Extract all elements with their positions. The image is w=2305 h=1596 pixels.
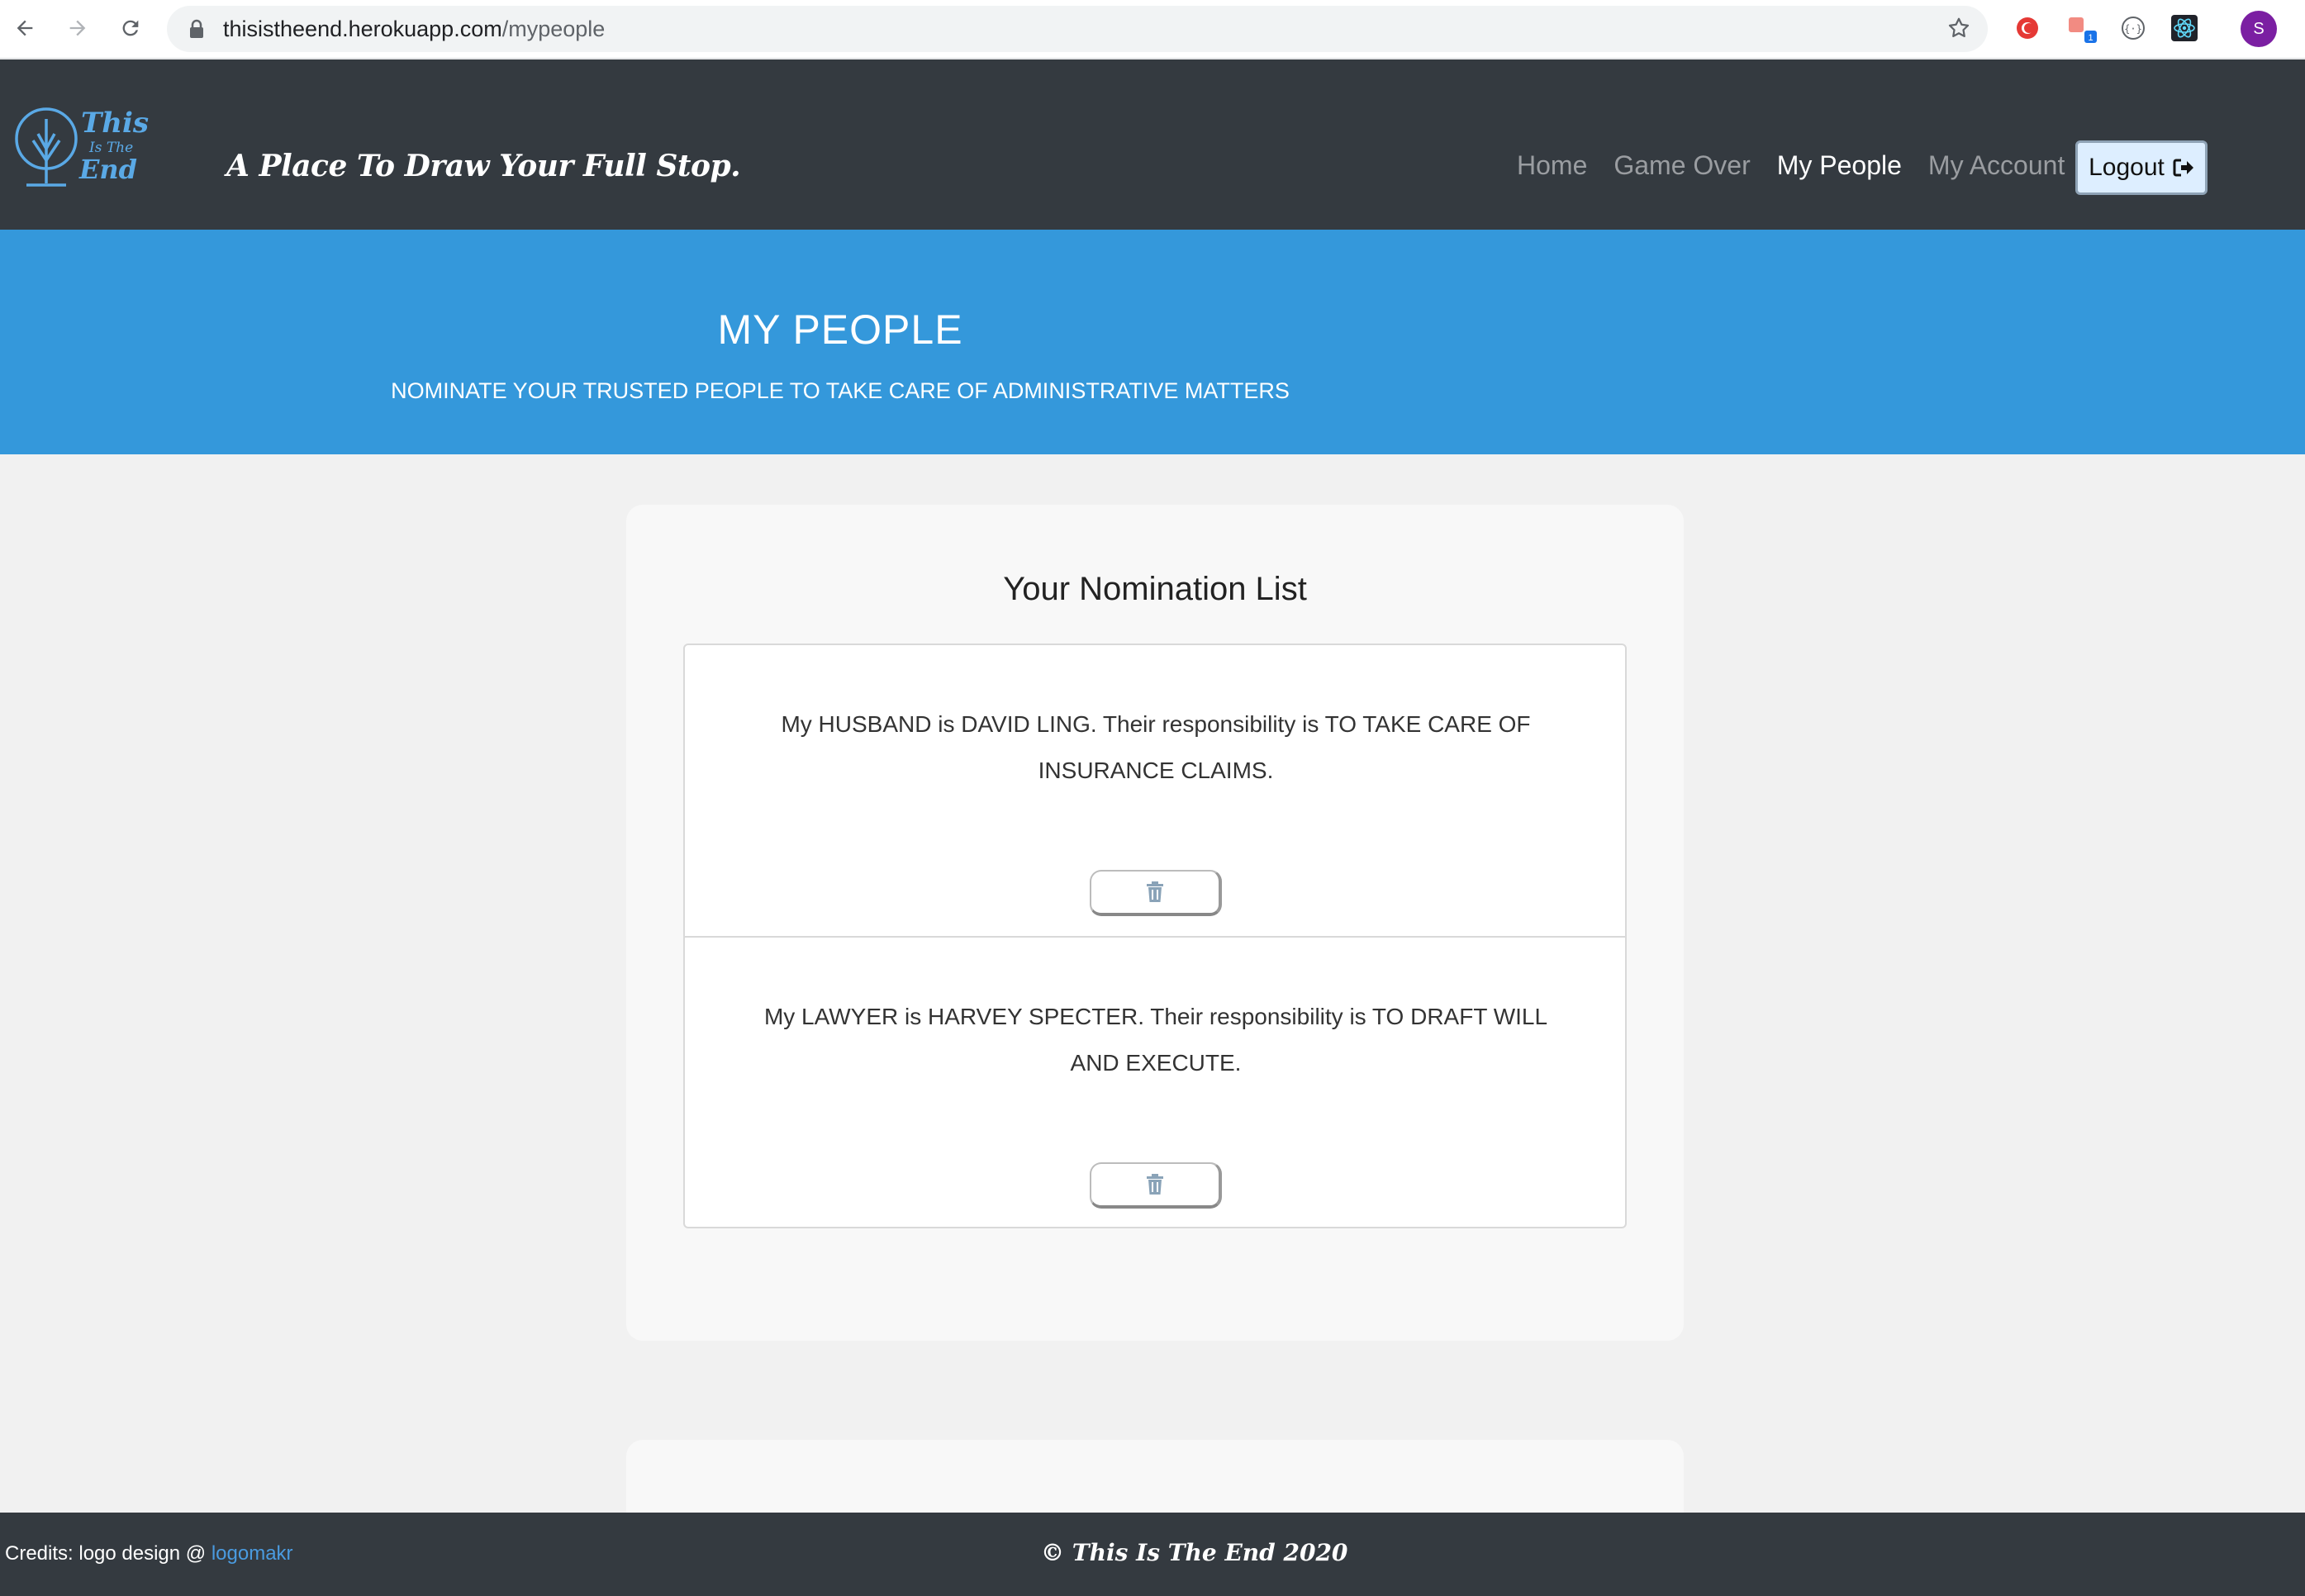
nav-link-home[interactable]: Home [1517,150,1587,181]
nomination-card: Your Nomination List My HUSBAND is DAVID… [626,505,1684,1341]
page-header-banner: MY PEOPLE NOMINATE YOUR TRUSTED PEOPLE T… [0,230,2305,454]
nomination-text: My HUSBAND is DAVID LING. Their responsi… [781,711,1531,783]
nomination-item: My LAWYER is HARVEY SPECTER. Their respo… [685,936,1625,1227]
main-nav: Home Game Over My People My Account [1517,150,2091,181]
delete-nomination-button[interactable] [1090,1162,1222,1209]
svg-text:This: This [81,107,149,140]
profile-avatar[interactable]: S [2241,11,2277,47]
logout-button[interactable]: Logout [2075,140,2208,195]
nomination-list: My HUSBAND is DAVID LING. Their responsi… [683,644,1627,1228]
page-title: MY PEOPLE [717,306,963,353]
nav-link-my-account[interactable]: My Account [1928,150,2065,181]
lock-icon [188,19,205,43]
logout-label: Logout [2089,154,2165,181]
svg-text:1: 1 [2088,33,2093,43]
forward-arrow-icon[interactable] [61,12,94,45]
site-navbar: This Is The End A Place To Draw Your Ful… [0,59,2305,230]
red-extension-icon[interactable] [2011,12,2044,45]
bookmark-star-icon[interactable] [1946,16,1971,45]
svg-text:{·}: {·} [2124,23,2142,35]
svg-text:End: End [78,154,137,185]
back-arrow-icon[interactable] [8,12,41,45]
footer-credits: Credits: logo design @ logomakr [5,1542,293,1565]
trash-icon [1147,1174,1163,1195]
url-text: thisistheend.herokuapp.com/mypeople [223,17,606,41]
sign-out-icon [2173,159,2193,177]
footer-copyright: © This Is The End 2020 [1041,1539,1348,1566]
site-logo[interactable]: This Is The End [12,102,152,193]
react-devtools-icon[interactable] [2168,12,2201,45]
nomination-list-title: Your Nomination List [1003,571,1307,607]
nav-link-game-over[interactable]: Game Over [1614,150,1750,181]
tree-icon [15,107,78,187]
logomakr-link[interactable]: logomakr [211,1542,293,1565]
address-bar[interactable]: thisistheend.herokuapp.com/mypeople [167,6,1988,52]
page-subtitle: NOMINATE YOUR TRUSTED PEOPLE TO TAKE CAR… [391,378,1290,403]
site-tagline: A Place To Draw Your Full Stop. [226,149,741,183]
trash-icon [1147,881,1163,902]
site-footer: Credits: logo design @ logomakr © This I… [0,1513,2305,1596]
json-viewer-icon[interactable]: {·} [2117,12,2150,45]
git-extension-icon[interactable]: 1 [2065,12,2098,45]
delete-nomination-button[interactable] [1090,870,1222,916]
nomination-item: My HUSBAND is DAVID LING. Their responsi… [685,645,1625,936]
reload-icon[interactable] [114,12,147,45]
nomination-text: My LAWYER is HARVEY SPECTER. Their respo… [763,1004,1548,1076]
nav-link-my-people[interactable]: My People [1777,150,1902,181]
browser-toolbar: thisistheend.herokuapp.com/mypeople 1 {·… [0,0,2305,59]
